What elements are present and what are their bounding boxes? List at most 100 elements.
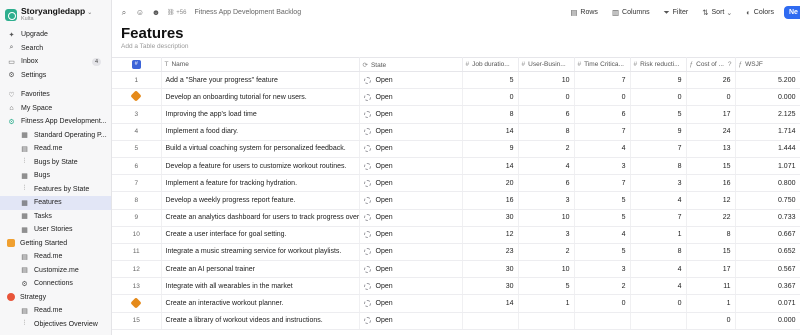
sidebar-tree-item[interactable]: ⚙ Fitness App Development... [0, 115, 111, 129]
cell-ub[interactable]: 6 [518, 174, 575, 193]
table-row[interactable]: 10 Create a user interface for goal setti… [112, 226, 800, 244]
sidebar-tree-item[interactable]: Strategy [0, 291, 111, 305]
cell-name[interactable]: Implement a food diary. [161, 123, 360, 141]
cell-wsjf[interactable]: 0.367 [735, 277, 800, 296]
cell-tc[interactable]: 7 [574, 123, 631, 141]
cell-state[interactable]: Open [359, 243, 463, 262]
cell-cost[interactable]: 15 [686, 243, 736, 262]
columns-button[interactable]: ▥ Columns [612, 8, 650, 17]
cell-cost[interactable]: 17 [686, 260, 736, 279]
table-row[interactable]: 6 Develop a feature for users to customiz… [112, 157, 800, 176]
cell-ub[interactable]: 4 [518, 157, 575, 176]
cell-rr[interactable]: 5 [630, 105, 687, 124]
sidebar-tree-item[interactable]: ▤ Read.me [0, 250, 111, 264]
cell-ub[interactable]: 3 [518, 191, 575, 210]
cell-tc[interactable]: 6 [574, 105, 631, 124]
cell-state[interactable]: Open [359, 88, 463, 107]
column-header-wsjf[interactable]: ƒ WSJF [735, 57, 800, 72]
cell-job[interactable] [462, 312, 519, 330]
cell-rr[interactable]: 8 [630, 157, 687, 176]
cell-wsjf[interactable]: 0.071 [735, 294, 800, 313]
cell-ub[interactable]: 6 [518, 105, 575, 124]
cell-state[interactable]: Open [359, 260, 463, 279]
row-index[interactable]: 5 [112, 140, 162, 158]
cell-wsjf[interactable]: 5.200 [735, 71, 800, 90]
cell-wsjf[interactable]: 0.800 [735, 174, 800, 193]
cell-rr[interactable]: 4 [630, 277, 687, 296]
cell-job[interactable]: 8 [462, 105, 519, 124]
cell-tc[interactable]: 4 [574, 226, 631, 244]
cell-job[interactable]: 9 [462, 140, 519, 158]
sidebar-tree-item[interactable]: ⫶ Bugs by State [0, 156, 111, 170]
row-index[interactable]: 13 [112, 277, 162, 296]
sidebar-tree-item[interactable]: ⚙ Connections [0, 277, 111, 291]
page-description[interactable]: Add a Table description [112, 43, 800, 57]
cell-cost[interactable]: 24 [686, 123, 736, 141]
cell-rr[interactable] [630, 312, 687, 330]
cell-cost[interactable]: 12 [686, 191, 736, 210]
cell-job[interactable]: 14 [462, 294, 519, 313]
filter-button[interactable]: ⏷ Filter [664, 8, 689, 18]
cell-job[interactable]: 23 [462, 243, 519, 262]
cell-rr[interactable]: 4 [630, 260, 687, 279]
cell-cost[interactable]: 22 [686, 209, 736, 227]
nav-my-space[interactable]: ⌂ My Space [0, 102, 111, 116]
cell-ub[interactable]: 3 [518, 226, 575, 244]
cell-job[interactable]: 30 [462, 277, 519, 296]
sidebar-tree-item[interactable]: ⫶ Objectives Overview [0, 318, 111, 332]
cell-ub[interactable]: 10 [518, 260, 575, 279]
cell-ub[interactable]: 2 [518, 140, 575, 158]
sidebar-tree-item[interactable]: ▦ Bugs [0, 169, 111, 183]
cell-wsjf[interactable]: 0.652 [735, 243, 800, 262]
cell-state[interactable]: Open [359, 71, 463, 90]
cell-cost[interactable]: 0 [686, 88, 736, 107]
new-button[interactable]: Ne [784, 6, 800, 19]
cell-wsjf[interactable]: 0.750 [735, 191, 800, 210]
cell-rr[interactable]: 4 [630, 191, 687, 210]
cell-rr[interactable]: 7 [630, 140, 687, 158]
cell-tc[interactable]: 0 [574, 88, 631, 107]
cell-ub[interactable]: 10 [518, 71, 575, 90]
row-index[interactable] [112, 88, 162, 107]
search-icon[interactable]: ⌕ [119, 8, 129, 18]
cell-wsjf[interactable]: 0.733 [735, 209, 800, 227]
cell-ub[interactable] [518, 312, 575, 330]
cell-state[interactable]: Open [359, 174, 463, 193]
cell-state[interactable]: Open [359, 157, 463, 176]
table-row[interactable]: 15 Create a library of workout videos and… [112, 312, 800, 330]
nav-settings[interactable]: ⚙ Settings [0, 69, 111, 83]
cell-job[interactable]: 5 [462, 71, 519, 90]
cell-tc[interactable]: 5 [574, 209, 631, 227]
table-row[interactable]: 8 Develop a weekly progress report featur… [112, 191, 800, 210]
cell-job[interactable]: 30 [462, 260, 519, 279]
cell-name[interactable]: Improving the app's load time [161, 105, 360, 124]
row-index[interactable]: 9 [112, 209, 162, 227]
column-header-time-critical[interactable]: # Time Critica... [574, 57, 631, 72]
row-index[interactable]: 12 [112, 260, 162, 279]
cell-ub[interactable]: 10 [518, 209, 575, 227]
table-row[interactable]: 7 Implement a feature for tracking hydrat… [112, 174, 800, 193]
table-row[interactable]: 4 Implement a food diary. Open 14 8 7 9 24 1.714 [112, 123, 800, 141]
table-row[interactable]: 12 Create an AI personal trainer Open 30 10 3… [112, 260, 800, 279]
cell-name[interactable]: Implement a feature for tracking hydrati… [161, 174, 360, 193]
cell-tc[interactable]: 5 [574, 243, 631, 262]
cell-rr[interactable]: 7 [630, 209, 687, 227]
cell-cost[interactable]: 15 [686, 157, 736, 176]
cell-state[interactable]: Open [359, 209, 463, 227]
cell-name[interactable]: Create a user interface for goal setting… [161, 226, 360, 244]
cell-wsjf[interactable]: 1.714 [735, 123, 800, 141]
row-index[interactable]: 8 [112, 191, 162, 210]
user-icon[interactable]: ☻ [151, 8, 161, 18]
cell-tc[interactable]: 3 [574, 157, 631, 176]
cell-name[interactable]: Create an analytics dashboard for users … [161, 209, 360, 227]
cell-name[interactable]: Build a virtual coaching system for pers… [161, 140, 360, 158]
cell-cost[interactable]: 1 [686, 294, 736, 313]
table-row[interactable]: 5 Build a virtual coaching system for per… [112, 140, 800, 158]
cell-job[interactable]: 14 [462, 123, 519, 141]
cell-cost[interactable]: 13 [686, 140, 736, 158]
cell-wsjf[interactable]: 1.444 [735, 140, 800, 158]
row-index[interactable]: 6 [112, 157, 162, 176]
row-index[interactable]: 11 [112, 243, 162, 262]
cell-name[interactable]: Add a "Share your progress" feature [161, 71, 360, 90]
nav-inbox[interactable]: ▭ Inbox 4 [0, 55, 111, 69]
